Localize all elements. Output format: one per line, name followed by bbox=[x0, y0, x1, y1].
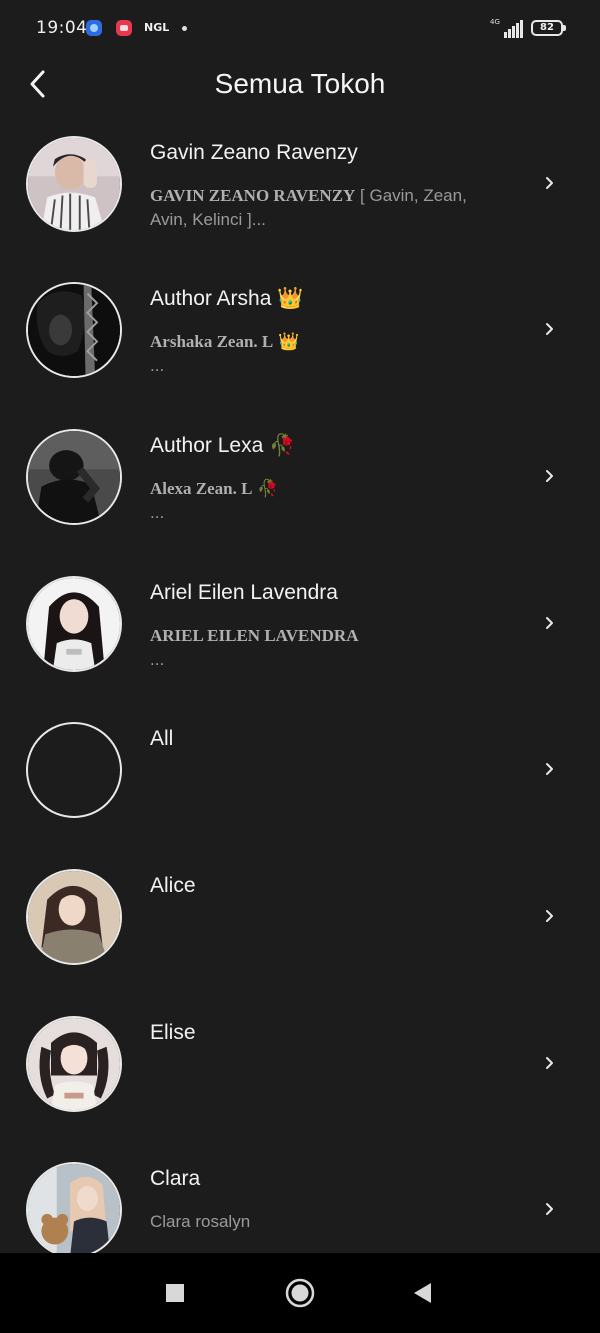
description-heading: Alexa Zean. L bbox=[150, 479, 253, 498]
system-nav-bar bbox=[0, 1253, 600, 1333]
nav-back-button[interactable] bbox=[406, 1277, 438, 1309]
avatar bbox=[26, 282, 122, 378]
battery-icon: 82 bbox=[531, 20, 566, 36]
chevron-right-icon bbox=[546, 177, 553, 189]
character-row-clara[interactable]: Clara Clara rosalyn bbox=[0, 1136, 600, 1253]
chevron-right-icon bbox=[546, 617, 553, 629]
chevron-right-icon bbox=[546, 470, 553, 482]
character-name: All bbox=[150, 727, 174, 750]
description-text: Clara rosalyn bbox=[150, 1212, 251, 1231]
character-name: Elise bbox=[150, 1021, 196, 1044]
page-title: Semua Tokoh bbox=[214, 68, 386, 99]
avatar-photo bbox=[28, 431, 120, 523]
avatar-photo bbox=[28, 1164, 120, 1253]
character-name: Author Arsha 👑 bbox=[150, 287, 304, 310]
avatar bbox=[26, 1016, 122, 1112]
description-text: 👑 bbox=[273, 332, 300, 351]
description-line2: ... bbox=[150, 356, 165, 375]
character-row-elise[interactable]: Elise bbox=[0, 990, 600, 1136]
header: Semua Tokoh bbox=[0, 58, 600, 114]
signal-icon: 4G bbox=[490, 18, 524, 38]
character-description: Clara rosalyn bbox=[150, 1210, 525, 1234]
avatar bbox=[26, 1162, 122, 1253]
character-row-alice[interactable]: Alice bbox=[0, 843, 600, 989]
character-description: ARIEL EILEN LAVENDRA ... bbox=[150, 624, 525, 672]
home-button[interactable] bbox=[284, 1277, 316, 1309]
character-name: Author Lexa 🥀 bbox=[150, 434, 296, 457]
character-description: GAVIN ZEANO RAVENZY [ Gavin, Zean, Avin,… bbox=[150, 184, 525, 232]
character-description: Alexa Zean. L 🥀 ... bbox=[150, 477, 525, 525]
avatar-photo bbox=[28, 578, 120, 670]
chevron-right-icon bbox=[546, 323, 553, 335]
status-bar: 19:04 NGL 4G 82 bbox=[0, 0, 600, 58]
character-row-ariel[interactable]: Ariel Eilen Lavendra ARIEL EILEN LAVENDR… bbox=[0, 550, 600, 696]
more-notifications-dot-icon bbox=[182, 26, 187, 31]
recents-button[interactable] bbox=[159, 1277, 191, 1309]
description-line2: ... bbox=[150, 650, 165, 669]
description-text: [ Gavin, Zean, bbox=[355, 186, 467, 205]
avatar-photo bbox=[28, 138, 120, 230]
messenger-notification-icon bbox=[86, 20, 102, 36]
character-list[interactable]: Gavin Zeano Ravenzy GAVIN ZEANO RAVENZY … bbox=[0, 110, 600, 1253]
character-name: Gavin Zeano Ravenzy bbox=[150, 141, 358, 164]
avatar bbox=[26, 576, 122, 672]
battery-level: 82 bbox=[540, 22, 554, 33]
ngl-notification-label: NGL bbox=[144, 21, 170, 34]
description-heading: Arshaka Zean. L bbox=[150, 332, 274, 351]
description-text: 🥀 bbox=[252, 479, 279, 498]
character-name: Ariel Eilen Lavendra bbox=[150, 581, 338, 604]
character-name: Clara bbox=[150, 1167, 201, 1190]
avatar-photo bbox=[28, 284, 120, 376]
description-heading: GAVIN ZEANO RAVENZY bbox=[150, 186, 356, 205]
description-line2: Avin, Kelinci ]... bbox=[150, 210, 266, 229]
description-line2: ... bbox=[150, 503, 165, 522]
avatar-photo bbox=[28, 1018, 120, 1110]
avatar-photo bbox=[28, 871, 120, 963]
status-time: 19:04 bbox=[36, 18, 88, 38]
circle-icon bbox=[285, 1278, 315, 1308]
chevron-right-icon bbox=[546, 1057, 553, 1069]
description-heading: ARIEL EILEN LAVENDRA bbox=[150, 626, 359, 645]
chevron-right-icon bbox=[546, 1203, 553, 1215]
character-row-all[interactable]: All bbox=[0, 696, 600, 842]
avatar bbox=[26, 869, 122, 965]
screen: 19:04 NGL 4G 82 Semua Tokoh Gavin Zeano … bbox=[0, 0, 600, 1333]
triangle-back-icon bbox=[414, 1283, 431, 1303]
app-notification-icon bbox=[116, 20, 132, 36]
square-icon bbox=[166, 1284, 184, 1302]
network-type: 4G bbox=[490, 18, 500, 26]
character-row-arsha[interactable]: Author Arsha 👑 Arshaka Zean. L 👑 ... bbox=[0, 256, 600, 402]
chevron-right-icon bbox=[546, 763, 553, 775]
character-name: Alice bbox=[150, 874, 196, 897]
character-row-gavin[interactable]: Gavin Zeano Ravenzy GAVIN ZEANO RAVENZY … bbox=[0, 110, 600, 256]
avatar-empty bbox=[26, 722, 122, 818]
character-description: Arshaka Zean. L 👑 ... bbox=[150, 330, 525, 378]
chevron-right-icon bbox=[546, 910, 553, 922]
avatar bbox=[26, 429, 122, 525]
character-row-lexa[interactable]: Author Lexa 🥀 Alexa Zean. L 🥀 ... bbox=[0, 403, 600, 549]
avatar bbox=[26, 136, 122, 232]
